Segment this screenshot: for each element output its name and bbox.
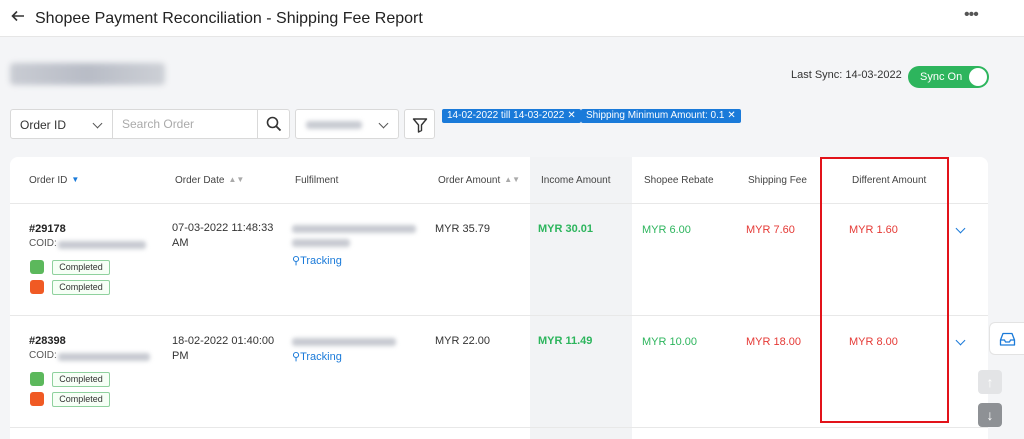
last-sync-label: Last Sync: 14-03-2022 [791,69,902,81]
search-icon [266,116,282,132]
inbox-icon [999,332,1016,346]
scroll-down-button[interactable]: ↓ [978,403,1002,427]
top-bar: Shopee Payment Reconciliation - Shipping… [0,0,1024,37]
chip-label: 14-02-2022 till 14-03-2022 [447,110,565,121]
order-id[interactable]: #28398 [29,335,66,347]
store-name-blurred [10,63,165,85]
scroll-up-button[interactable]: ↑ [978,370,1002,394]
more-dots-icon[interactable]: ••• [964,6,979,24]
col-header-order-id[interactable]: Order ID ▼ [29,175,79,186]
col-header-fulfilment: Fulfilment [295,175,339,186]
col-header-order-amount[interactable]: Order Amount ▲▼ [438,175,520,186]
tracking-link[interactable]: ⚲Tracking [292,350,342,363]
sort-icon[interactable]: ▼ [71,175,79,184]
search-icon: ⚲ [292,255,301,267]
store-icon [30,372,44,386]
shopee-rebate: MYR 6.00 [642,224,691,236]
search-by-select[interactable]: Order ID [10,109,113,139]
sync-toggle[interactable]: Sync On [908,66,989,88]
order-date: 07-03-2022 11:48:33 AM [172,222,274,249]
toggle-knob [969,68,987,86]
search-button[interactable] [257,109,290,139]
inbox-button[interactable] [989,322,1024,355]
shopee-icon [30,280,44,294]
status-badge: Completed [52,392,110,407]
coid-label: COID: [29,238,57,249]
col-header-shipping-fee: Shipping Fee [748,175,807,186]
store-icon [30,260,44,274]
arrow-up-icon: ↑ [986,374,994,390]
store-select[interactable] [295,109,399,139]
fulfilment-blurred [292,225,416,233]
col-header-income-amount: Income Amount [541,175,611,186]
col-header-order-date[interactable]: Order Date ▲▼ [175,175,244,186]
chevron-down-icon [378,118,389,129]
chip-label: Shipping Minimum Amount: 0.1 [586,110,725,121]
search-icon: ⚲ [292,351,301,363]
filter-chip-date-range[interactable]: 14-02-2022 till 14-03-2022 ✕ [442,109,581,123]
coid-value-blurred [58,241,146,249]
status-badge: Completed [52,372,110,387]
status-badge: Completed [52,260,110,275]
filter-icon [412,118,428,133]
shipping-fee: MYR 7.60 [746,224,795,236]
order-amount: MYR 22.00 [435,335,491,347]
shipping-fee: MYR 18.00 [746,336,802,348]
sort-icon[interactable]: ▲▼ [504,175,520,184]
fulfilment-blurred [292,239,350,247]
close-icon[interactable]: ✕ [567,110,575,121]
back-arrow-icon[interactable] [10,8,28,28]
chevron-down-icon[interactable] [955,335,966,346]
order-date: 18-02-2022 01:40:00 PM [172,335,275,362]
arrow-down-icon: ↓ [986,407,994,423]
row-divider [10,427,988,428]
sync-toggle-label: Sync On [920,71,963,83]
income-column-shade [530,157,632,439]
chevron-down-icon [92,118,103,129]
income-amount: MYR 11.49 [538,335,593,347]
search-input[interactable] [112,109,258,139]
income-amount: MYR 30.01 [538,223,594,235]
different-amount-highlight-box [820,157,949,423]
chevron-down-icon[interactable] [955,223,966,234]
store-select-value-blurred [306,121,362,129]
filter-button[interactable] [404,109,435,139]
search-by-value: Order ID [20,118,67,132]
col-header-shopee-rebate: Shopee Rebate [644,175,714,186]
fulfilment-blurred [292,338,396,346]
shopee-rebate: MYR 10.00 [642,336,698,348]
coid-value-blurred [58,353,150,361]
page-title: Shopee Payment Reconciliation - Shipping… [35,10,423,27]
filter-chip-shipping-min[interactable]: Shipping Minimum Amount: 0.1 ✕ [581,109,741,123]
order-amount: MYR 35.79 [435,223,491,235]
status-badge: Completed [52,280,110,295]
coid-label: COID: [29,350,57,361]
order-id[interactable]: #29178 [29,223,66,235]
tracking-link[interactable]: ⚲Tracking [292,254,342,267]
sort-icon[interactable]: ▲▼ [228,175,244,184]
shopee-icon [30,392,44,406]
close-icon[interactable]: ✕ [727,110,735,121]
